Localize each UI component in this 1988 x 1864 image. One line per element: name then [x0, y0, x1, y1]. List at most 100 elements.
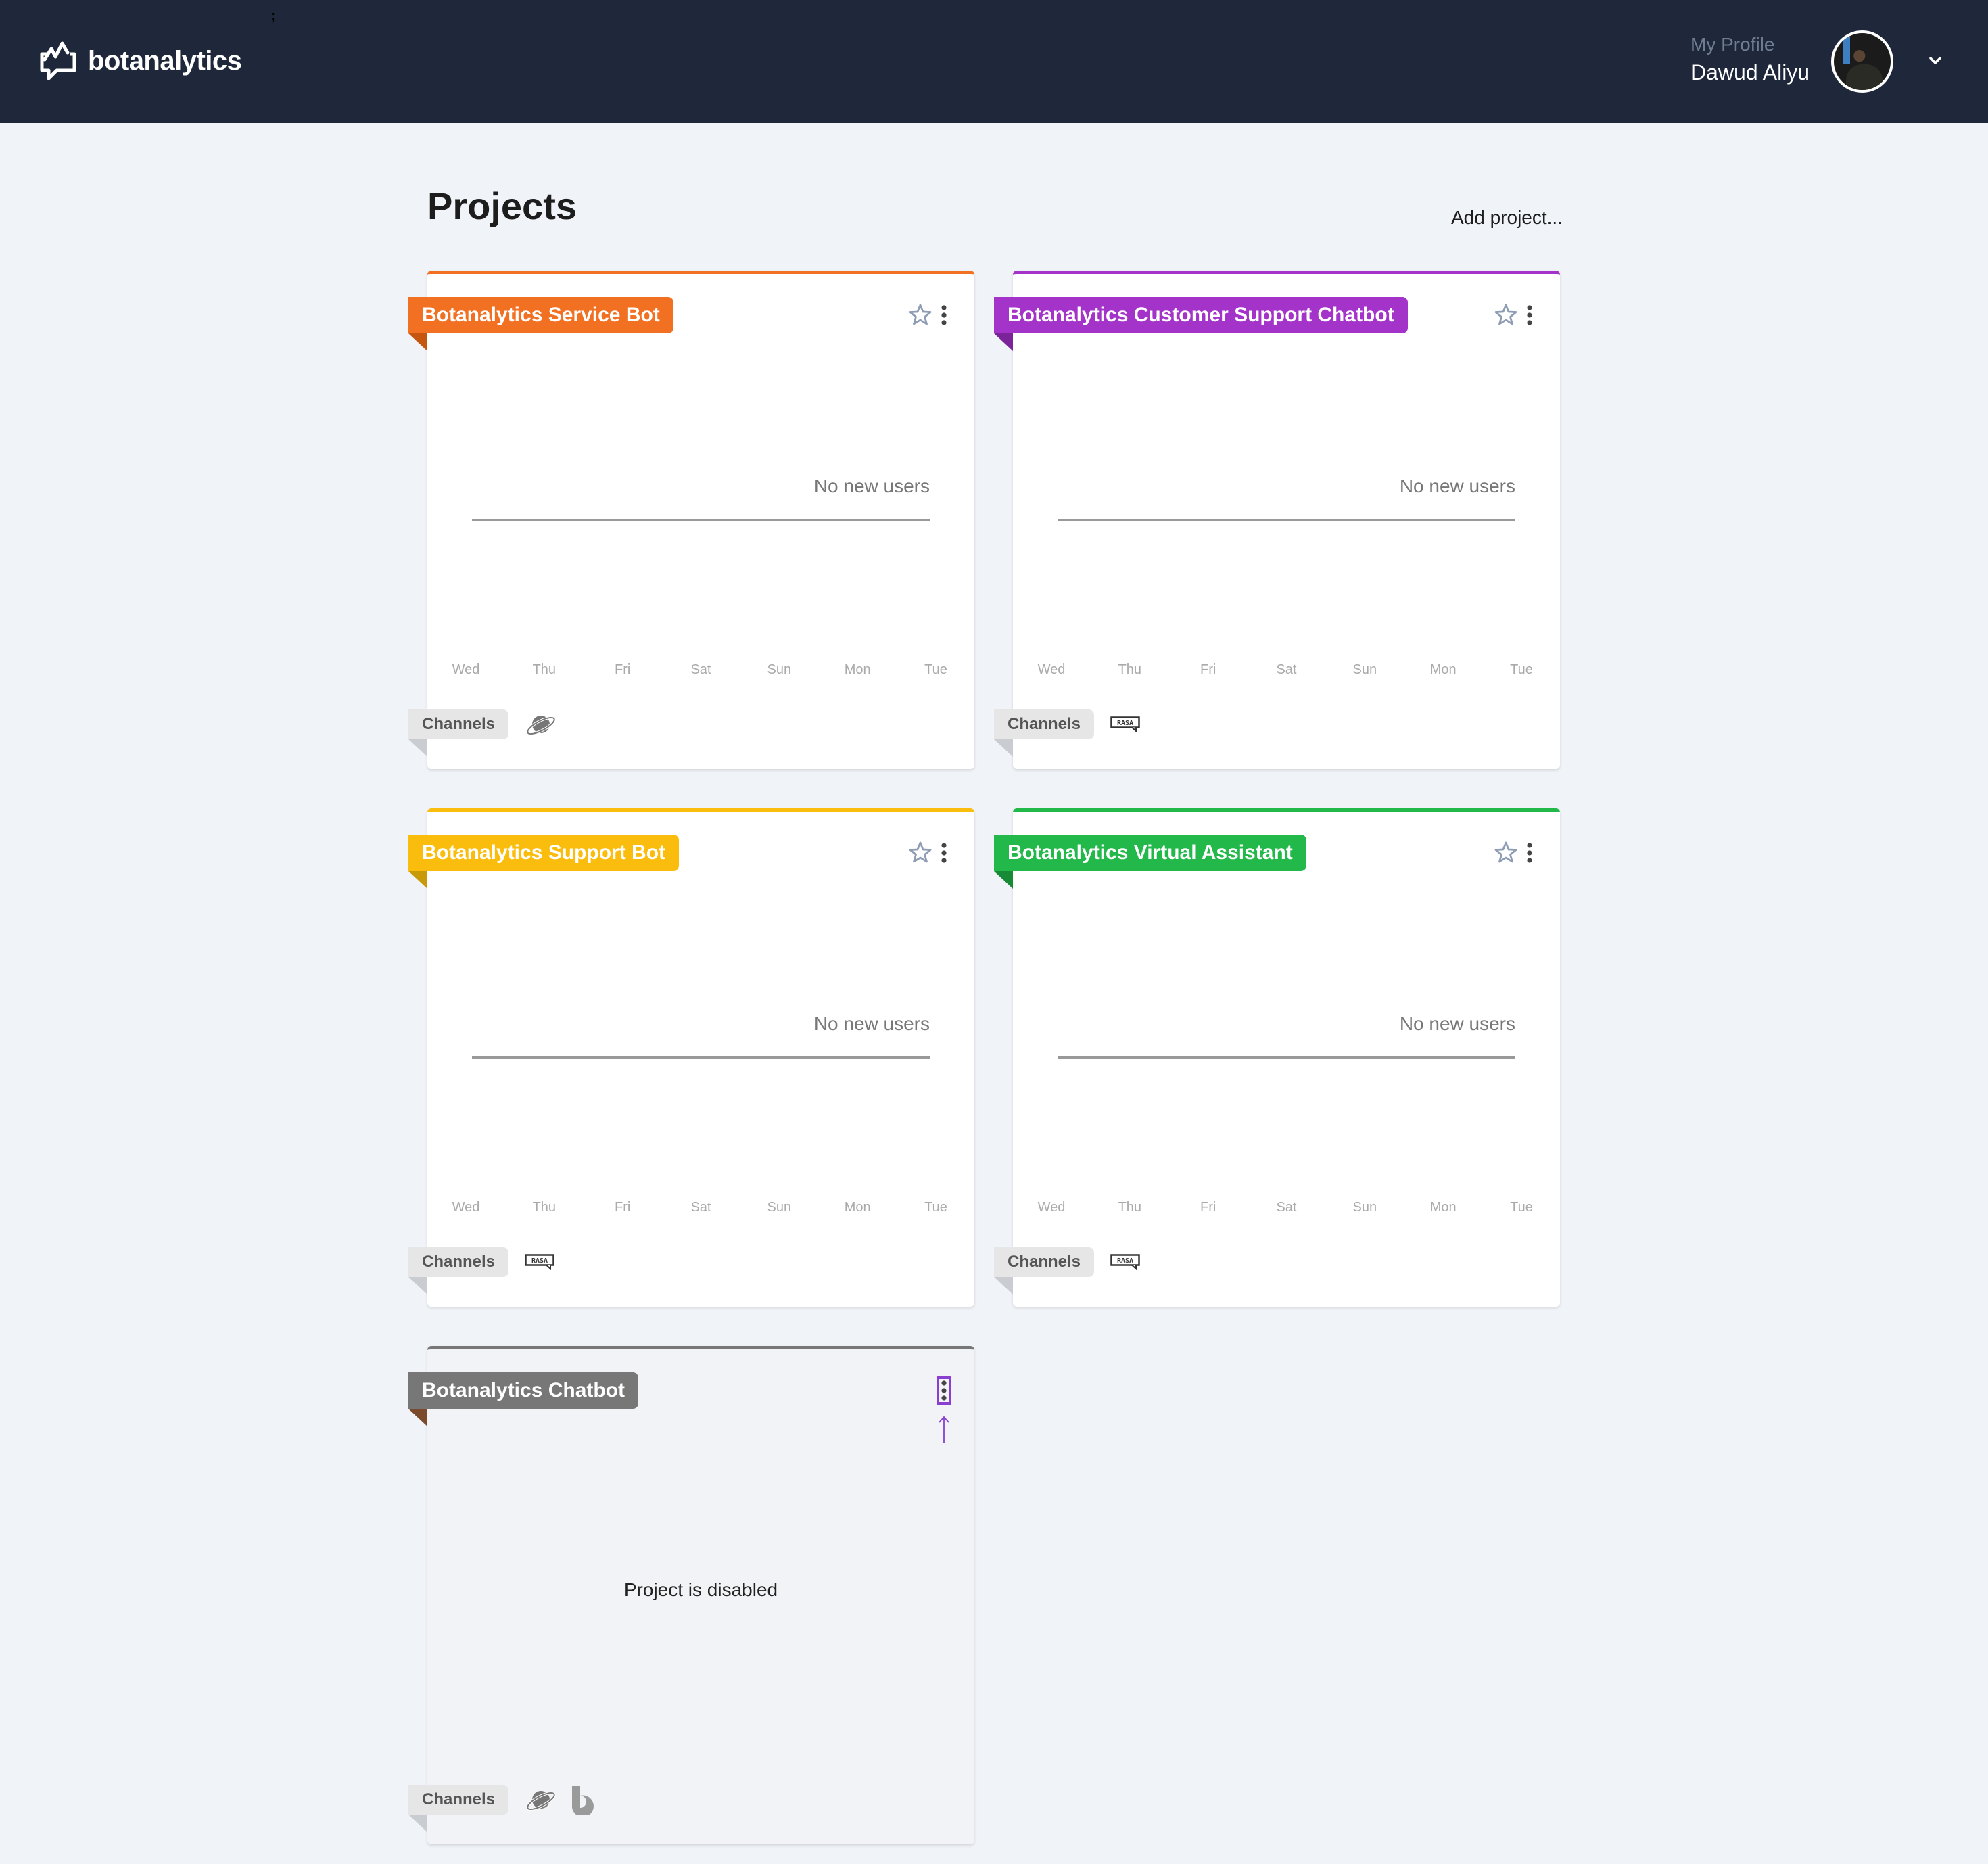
star-icon[interactable]	[1494, 840, 1518, 864]
channel-icons: RASA	[1110, 1247, 1140, 1277]
x-axis-day-labels: Wed Thu Fri Sat Sun Mon Tue	[1028, 662, 1545, 678]
channels-label: Channels	[994, 709, 1095, 739]
ribbon-fold	[408, 1409, 427, 1426]
svg-text:RASA: RASA	[1117, 1257, 1133, 1265]
more-options-icon[interactable]	[939, 841, 949, 864]
project-card[interactable]: Botanalytics Support Bot No new users Wed…	[408, 808, 974, 1307]
rasa-icon: RASA	[525, 1254, 554, 1270]
bixby-icon	[571, 1786, 594, 1815]
no-new-users-label: No new users	[1399, 1013, 1515, 1034]
avatar-photo-detail	[1846, 64, 1883, 90]
x-axis-tick-label: Thu	[532, 1200, 557, 1215]
channels-tag-fold	[994, 739, 1013, 757]
profile-label: My Profile	[1690, 34, 1775, 55]
profile-block[interactable]: My Profile Dawud Aliyu	[1690, 31, 1809, 87]
planet-icon	[526, 716, 556, 736]
disabled-message: Project is disabled	[623, 1579, 778, 1600]
x-axis-tick-label: Wed	[452, 1200, 480, 1215]
x-axis-tick-label: Sun	[767, 662, 792, 677]
avatar[interactable]	[1831, 30, 1893, 93]
channel-icons	[525, 1785, 599, 1815]
x-axis-tick-label: Sat	[1276, 1200, 1297, 1215]
channels-label: Channels	[408, 1785, 509, 1815]
botanalytics-logo-icon	[40, 41, 76, 80]
x-axis-day-labels: Wed Thu Fri Sat Sun Mon Tue	[1028, 1200, 1545, 1215]
channels-label: Channels	[994, 1247, 1095, 1277]
project-card[interactable]: Botanalytics Service Bot No new users Wed…	[408, 271, 974, 769]
x-axis-tick-label: Mon	[844, 662, 871, 677]
channels-tag-fold	[408, 739, 427, 757]
star-icon[interactable]	[1494, 302, 1518, 327]
chart-baseline	[1058, 519, 1515, 521]
ribbon-fold	[408, 333, 427, 351]
project-name-ribbon[interactable]: Botanalytics Chatbot	[408, 1372, 639, 1409]
project-card[interactable]: Botanalytics Customer Support Chatbot No…	[994, 271, 1560, 769]
no-new-users-label: No new users	[813, 1013, 930, 1034]
x-axis-tick-label: Mon	[1429, 662, 1457, 677]
x-axis-tick-label: Sun	[1352, 1200, 1377, 1215]
channel-icons: RASA	[525, 1247, 554, 1277]
no-new-users-label: No new users	[1399, 475, 1515, 496]
project-name-ribbon[interactable]: Botanalytics Service Bot	[408, 297, 673, 333]
brand-name: botanalytics	[88, 45, 242, 76]
top-navigation-bar: botanalytics ; My Profile Dawud Aliyu	[0, 0, 1988, 123]
ribbon-fold	[994, 871, 1013, 889]
project-name-ribbon[interactable]: Botanalytics Virtual Assistant	[994, 835, 1306, 871]
x-axis-tick-label: Sun	[1352, 662, 1377, 677]
svg-text:RASA: RASA	[1117, 720, 1133, 727]
x-axis-day-labels: Wed Thu Fri Sat Sun Mon Tue	[442, 662, 960, 678]
chevron-down-icon[interactable]	[1926, 51, 1945, 70]
project-name-ribbon[interactable]: Botanalytics Support Bot	[408, 835, 680, 871]
x-axis-tick-label: Tue	[924, 662, 947, 677]
x-axis-tick-label: Sat	[1276, 662, 1297, 677]
ribbon-fold	[408, 871, 427, 889]
x-axis-tick-label: Sat	[690, 662, 711, 677]
x-axis-tick-label: Mon	[1429, 1200, 1457, 1215]
focus-arrow-icon	[939, 1416, 949, 1443]
x-axis-tick-label: Fri	[614, 662, 631, 677]
stray-mark: ;	[270, 7, 276, 24]
project-name-ribbon[interactable]: Botanalytics Customer Support Chatbot	[994, 297, 1408, 333]
x-axis-tick-label: Wed	[452, 662, 480, 677]
brand-logo[interactable]: botanalytics	[39, 39, 242, 83]
star-icon[interactable]	[908, 302, 932, 327]
rasa-icon: RASA	[1110, 716, 1140, 732]
x-axis-tick-label: Thu	[1118, 1200, 1142, 1215]
project-card[interactable]: Botanalytics Virtual Assistant No new us…	[994, 808, 1560, 1307]
more-options-icon[interactable]	[1525, 841, 1534, 864]
ribbon-fold	[994, 333, 1013, 351]
add-project-link[interactable]: Add project...	[1451, 207, 1563, 229]
page-title: Projects	[427, 185, 577, 227]
more-options-icon[interactable]	[1525, 304, 1534, 327]
channels-label: Channels	[408, 1247, 509, 1277]
star-icon[interactable]	[908, 840, 932, 864]
channels-label: Channels	[408, 709, 509, 739]
x-axis-tick-label: Fri	[614, 1200, 631, 1215]
channels-tag-fold	[408, 1815, 427, 1832]
channels-tag-fold	[994, 1277, 1013, 1295]
no-new-users-label: No new users	[813, 475, 930, 496]
x-axis-tick-label: Thu	[1118, 662, 1142, 677]
x-axis-tick-label: Mon	[844, 1200, 871, 1215]
channel-icons	[525, 709, 557, 739]
rasa-icon: RASA	[1110, 1254, 1140, 1270]
x-axis-tick-label: Thu	[532, 662, 557, 677]
x-axis-tick-label: Tue	[1510, 662, 1533, 677]
svg-text:RASA: RASA	[531, 1257, 548, 1265]
x-axis-day-labels: Wed Thu Fri Sat Sun Mon Tue	[442, 1200, 960, 1215]
planet-icon	[526, 1791, 556, 1811]
project-card[interactable]: Botanalytics Chatbot Project is disabled…	[408, 1346, 974, 1844]
more-options-icon[interactable]	[937, 1376, 951, 1405]
x-axis-tick-label: Wed	[1037, 1200, 1066, 1215]
more-options-icon[interactable]	[939, 304, 949, 327]
x-axis-tick-label: Tue	[924, 1200, 947, 1215]
x-axis-tick-label: Sun	[767, 1200, 792, 1215]
x-axis-tick-label: Wed	[1037, 662, 1066, 677]
x-axis-tick-label: Tue	[1510, 1200, 1533, 1215]
channel-icons: RASA	[1110, 709, 1140, 739]
x-axis-tick-label: Fri	[1200, 1200, 1216, 1215]
avatar-photo-detail	[1843, 37, 1850, 64]
channels-tag-fold	[408, 1277, 427, 1295]
chart-baseline	[1058, 1056, 1515, 1059]
chart-baseline	[472, 519, 930, 521]
